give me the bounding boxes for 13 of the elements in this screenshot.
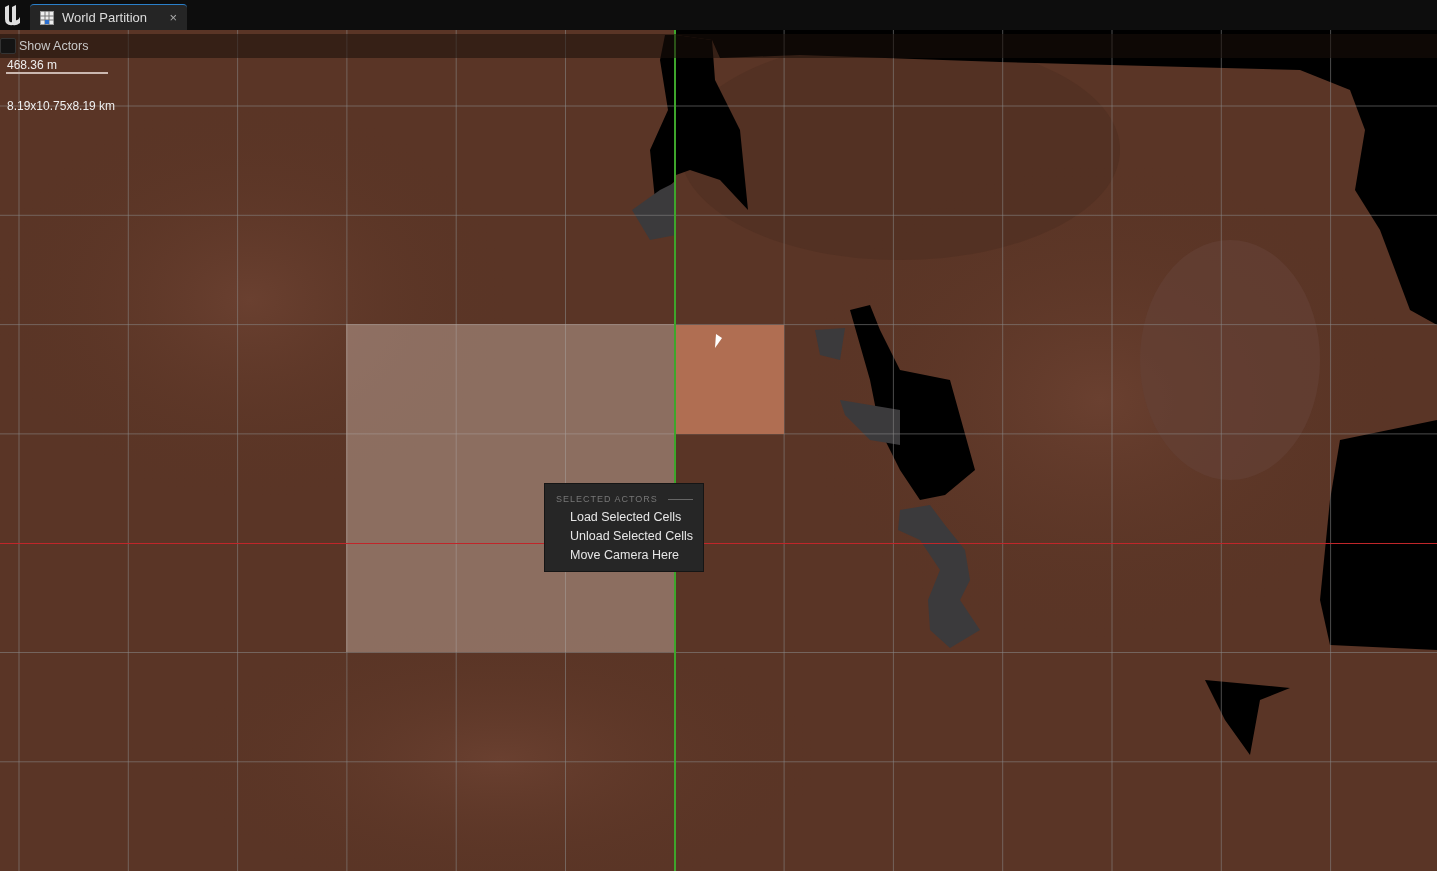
show-actors-checkbox[interactable]	[0, 38, 16, 54]
show-actors-label: Show Actors	[19, 39, 89, 53]
camera-icon	[715, 334, 722, 348]
tab-title: World Partition	[62, 10, 148, 25]
world-size-label: 8.19x10.75x8.19 km	[7, 99, 116, 113]
menu-item[interactable]: Unload Selected Cells	[545, 527, 703, 546]
world-partition-tab[interactable]: World Partition ×	[30, 4, 187, 30]
menu-section-heading: SELECTED ACTORS	[556, 494, 658, 504]
menu-item[interactable]: Move Camera Here	[545, 546, 703, 565]
scale-bar-label: 468.36 m	[6, 59, 108, 74]
menu-item[interactable]: Load Selected Cells	[545, 508, 703, 527]
grid-icon	[40, 10, 54, 25]
close-tab-button[interactable]: ×	[169, 10, 177, 25]
